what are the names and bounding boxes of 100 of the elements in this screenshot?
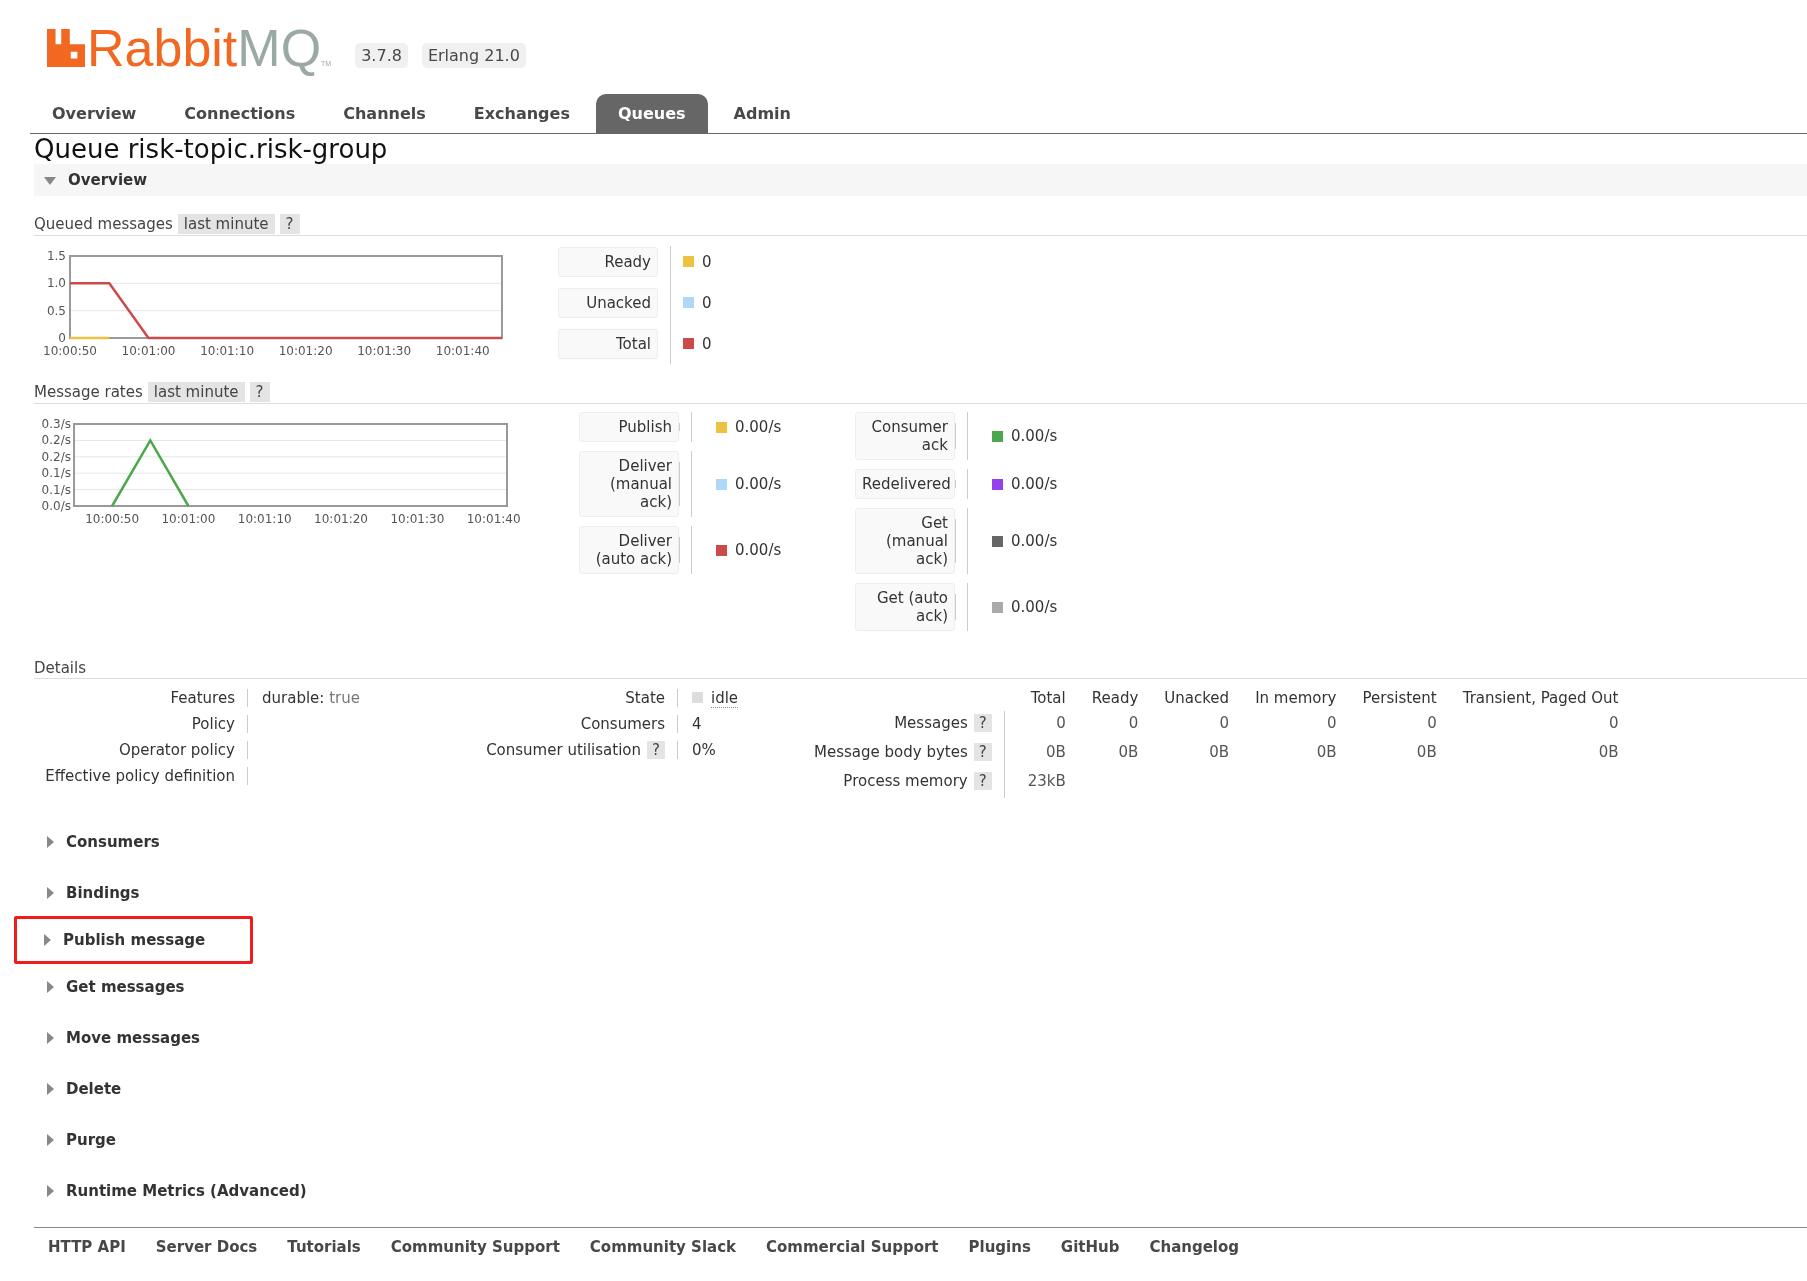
logo-icon <box>47 28 85 68</box>
range-selector[interactable]: last minute <box>177 214 275 234</box>
table-cell: 0B <box>1004 740 1066 769</box>
x-tick-label: 10:01:40 <box>466 512 521 526</box>
legend-value: 0.00/s <box>1011 427 1058 445</box>
nav-tab[interactable]: Exchanges <box>451 104 592 133</box>
legend-value: 0.00/s <box>1011 532 1058 550</box>
status-label: State <box>625 689 665 707</box>
table-cell-text: 0B <box>1597 742 1619 763</box>
property-label: Features <box>34 689 248 707</box>
section-header[interactable]: Overview <box>34 164 1807 196</box>
table-cell: 0 <box>1004 711 1066 740</box>
footer-link[interactable]: HTTP API <box>48 1238 126 1256</box>
section-toggle[interactable]: Consumers <box>34 826 173 858</box>
legend-label: Deliver (manual ack) <box>579 451 679 517</box>
y-tick-label: 0.2/s <box>41 449 71 464</box>
status-label: Consumers <box>580 715 665 733</box>
legend-label: Get (manual ack) <box>855 508 955 574</box>
column-header: Persistent <box>1336 689 1437 711</box>
nav-tab[interactable]: Channels <box>321 104 448 133</box>
footer-link[interactable]: Server Docs <box>155 1238 258 1256</box>
status-value: 4 <box>692 715 702 733</box>
section-toggle[interactable]: Bindings <box>34 877 153 909</box>
help-button[interactable]: ? <box>973 743 992 761</box>
x-tick-label: 10:01:30 <box>390 512 445 526</box>
range-selector[interactable]: last minute <box>147 382 245 402</box>
x-tick-label: 10:01:30 <box>357 344 412 358</box>
row-label: Messages <box>894 714 968 732</box>
row-label: Process memory <box>843 772 968 790</box>
legend-label: Ready <box>558 246 658 277</box>
column-header: Total <box>1004 689 1066 711</box>
property-label: Policy <box>34 715 248 733</box>
column-header: Ready <box>1090 689 1139 709</box>
footer-link[interactable]: Commercial Support <box>766 1238 939 1256</box>
table-cell: 23kB <box>1004 769 1066 798</box>
chart-heading: Message rates <box>34 383 143 401</box>
section-toggle[interactable]: Runtime Metrics (Advanced) <box>34 1175 320 1207</box>
nav-tab[interactable]: Overview <box>30 104 159 133</box>
y-tick-label: 0.2/s <box>41 433 71 448</box>
legend-label: Publish <box>579 412 679 442</box>
table-cell: 0 <box>1336 711 1437 740</box>
section-toggle[interactable]: Get messages <box>34 971 198 1003</box>
legend-value: 0.00/s <box>1011 475 1058 493</box>
version-badge: 3.7.8 <box>355 43 408 68</box>
table-cell-text: 0 <box>1607 713 1619 734</box>
x-tick-label: 10:01:20 <box>314 512 368 526</box>
footer-link[interactable]: Plugins <box>968 1238 1031 1256</box>
footer-link[interactable]: GitHub <box>1060 1238 1120 1256</box>
details-heading: Details <box>34 659 86 677</box>
legend-label: Redelivered <box>855 469 955 499</box>
x-tick-label: 10:01:10 <box>200 344 255 358</box>
legend-label: Unacked <box>558 287 658 318</box>
x-tick-label: 10:00:50 <box>43 344 97 358</box>
footer-link[interactable]: Community Slack <box>589 1238 737 1256</box>
nav-tab[interactable]: Admin <box>711 104 813 133</box>
legend-value: 0 <box>702 252 712 271</box>
help-button[interactable]: ? <box>279 214 300 234</box>
status-label: Consumer utilisation <box>486 741 642 759</box>
nav-tab[interactable]: Queues <box>595 94 708 133</box>
row-label: Message body bytes <box>814 743 968 761</box>
page-title: Queue risk-topic.risk-group <box>34 134 389 164</box>
legend-label: Consumer ack <box>855 412 955 460</box>
column-header: Transient, Paged Out <box>1436 689 1619 711</box>
y-tick-label: 0.1/s <box>41 482 71 497</box>
x-tick-label: 10:01:00 <box>161 512 216 526</box>
property-label: Operator policy <box>34 741 248 759</box>
property-label: Effective policy definition <box>34 767 248 785</box>
table-cell: 0B <box>1336 740 1437 769</box>
y-tick-label: 0 <box>58 331 66 345</box>
section-toggle[interactable]: Move messages <box>34 1022 214 1054</box>
status-value: 0% <box>692 741 716 759</box>
x-tick-label: 10:01:20 <box>278 344 333 358</box>
table-cell: 0 <box>1138 711 1230 740</box>
y-tick-label: 0.1/s <box>41 466 71 481</box>
table-cell-text: 0B <box>1315 742 1337 763</box>
property-value: durable: true <box>262 689 360 707</box>
footer-link[interactable]: Tutorials <box>287 1238 361 1256</box>
state-icon <box>692 692 703 703</box>
help-button[interactable]: ? <box>647 741 665 759</box>
help-button[interactable]: ? <box>249 382 270 402</box>
y-tick-label: 1.0 <box>46 276 66 291</box>
section-toggle[interactable]: Publish message <box>14 916 254 964</box>
table-cell-text: 0 <box>1127 713 1139 734</box>
help-button[interactable]: ? <box>973 714 992 732</box>
nav-tab[interactable]: Connections <box>162 104 318 133</box>
erlang-badge: Erlang 21.0 <box>421 43 526 68</box>
help-button[interactable]: ? <box>973 772 992 790</box>
legend-label: Total <box>558 328 658 359</box>
table-cell-text: 0 <box>1325 713 1337 734</box>
y-tick-label: 1.5 <box>46 249 66 263</box>
section-toggle[interactable]: Delete <box>34 1073 135 1105</box>
legend-value: 0.00/s <box>735 475 782 493</box>
footer-link[interactable]: Changelog <box>1149 1238 1240 1256</box>
y-tick-label: 0.3/s <box>41 417 71 431</box>
legend-value: 0.00/s <box>1011 598 1058 616</box>
legend-value: 0.00/s <box>735 541 782 559</box>
footer-link[interactable]: Community Support <box>390 1238 560 1256</box>
section-toggle[interactable]: Purge <box>34 1124 129 1156</box>
x-tick-label: 10:00:50 <box>85 512 140 526</box>
table-cell: 0B <box>1138 740 1230 769</box>
